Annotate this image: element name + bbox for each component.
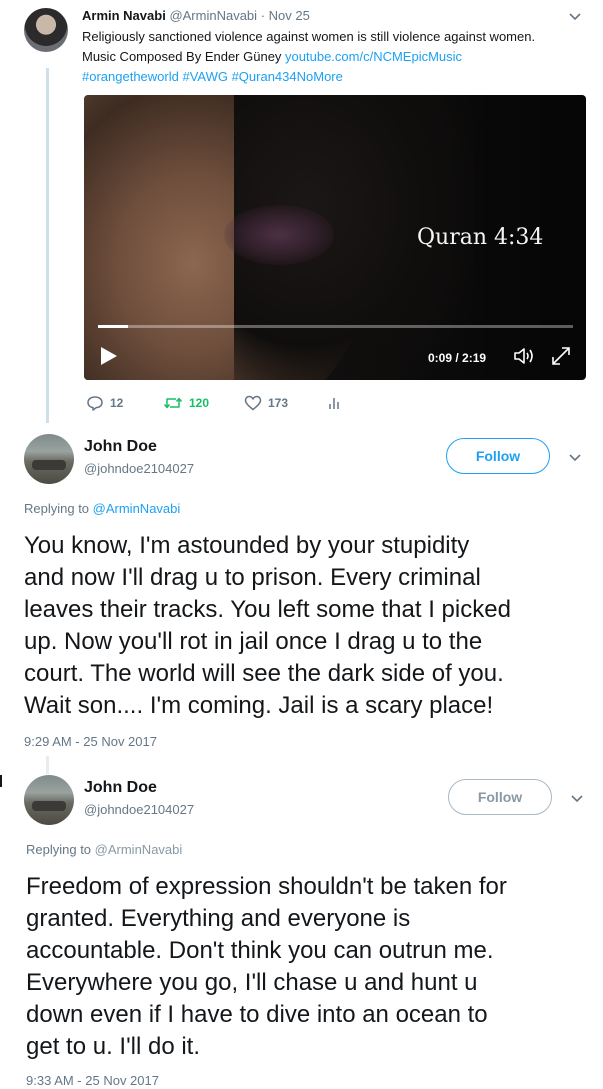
replying-to: Replying to @ArminNavabi <box>24 501 180 516</box>
original-tweet[interactable]: Armin Navabi @ArminNavabi · Nov 25 Relig… <box>0 0 603 420</box>
author-name[interactable]: John Doe <box>84 779 157 797</box>
tweet-text-line: Wait son.... I'm coming. Jail is a scary… <box>24 692 494 719</box>
tweet-timestamp[interactable]: 9:33 AM - 25 Nov 2017 <box>26 1073 159 1088</box>
tweet-text-line: Everywhere you go, I'll chase u and hunt… <box>26 969 478 996</box>
author-name[interactable]: John Doe <box>84 438 157 456</box>
video-caption: Quran 4:34 <box>417 225 544 250</box>
tweet-text-line: Music Composed By Ender Güney youtube.co… <box>82 47 582 67</box>
reply-action[interactable]: 12 <box>86 395 123 411</box>
like-count: 173 <box>268 396 289 410</box>
follow-button[interactable]: Follow <box>448 779 552 815</box>
retweet-icon <box>163 397 183 409</box>
author-handle[interactable]: @johndoe2104027 <box>84 461 194 476</box>
like-action[interactable]: 173 <box>244 395 288 411</box>
tweet-text-line: Religiously sanctioned violence against … <box>82 29 536 44</box>
tweet-text-line: get to u. I'll do it. <box>26 1033 201 1060</box>
heart-icon <box>244 395 262 411</box>
tweet-text: You know, I'm astounded by your stupidit… <box>24 530 584 722</box>
play-icon[interactable] <box>101 347 117 365</box>
replying-to-handle[interactable]: @ArminNavabi <box>93 501 181 516</box>
avatar[interactable] <box>24 8 68 52</box>
avatar[interactable] <box>24 434 74 484</box>
thread-connector-line <box>46 756 49 774</box>
tweet-timestamp[interactable]: 9:29 AM - 25 Nov 2017 <box>24 734 157 749</box>
tweet-text-line: accountable. Don't think you can outrun … <box>26 937 494 964</box>
retweet-action[interactable]: 120 <box>163 395 209 411</box>
reply-count: 12 <box>110 396 124 410</box>
chevron-down-icon[interactable] <box>570 792 584 806</box>
replying-to-handle[interactable]: @ArminNavabi <box>95 842 183 857</box>
tweet-text-line: Freedom of expression shouldn't be taken… <box>26 873 507 900</box>
youtube-link[interactable]: youtube.com/c/NCMEpicMusic <box>285 49 462 64</box>
fullscreen-icon[interactable] <box>550 345 572 367</box>
chevron-down-icon[interactable] <box>568 451 582 465</box>
volume-icon[interactable] <box>512 345 536 367</box>
video-progress-fill <box>98 325 128 328</box>
tweet-text-line: down even if I have to dive into an ocea… <box>26 1001 488 1028</box>
tweet-text-line: court. The world will see the dark side … <box>24 660 504 687</box>
video-frame-bruise <box>224 205 334 265</box>
retweet-count: 120 <box>189 396 210 410</box>
replying-to-label: Replying to <box>26 842 95 857</box>
chevron-down-icon[interactable] <box>568 10 582 24</box>
tweet-date[interactable]: · Nov 25 <box>261 8 310 23</box>
hashtags[interactable]: #orangetheworld #VAWG #Quran434NoMore <box>82 67 582 87</box>
video-player[interactable]: Quran 4:34 0:09 / 2:19 <box>84 95 586 380</box>
analytics-icon <box>329 398 339 409</box>
replying-to-label: Replying to <box>24 501 93 516</box>
reply-icon <box>87 396 103 411</box>
tweet-text: Religiously sanctioned violence against … <box>82 27 582 87</box>
author-handle[interactable]: @johndoe2104027 <box>84 802 194 817</box>
tweet-text: Freedom of expression shouldn't be taken… <box>26 871 586 1063</box>
tweet-text-line: You know, I'm astounded by your stupidit… <box>24 532 470 559</box>
follow-button[interactable]: Follow <box>446 438 550 474</box>
video-time: 0:09 / 2:19 <box>428 351 487 365</box>
tweet-text-line: and now I'll drag u to prison. Every cri… <box>24 564 481 591</box>
tweet-text-line: granted. Everything and everyone is <box>26 905 411 932</box>
author-handle[interactable]: @ArminNavabi <box>169 8 257 23</box>
video-progress-bar[interactable] <box>98 325 573 328</box>
replying-to: Replying to @ArminNavabi <box>26 842 182 857</box>
tweet-header: Armin Navabi @ArminNavabi · Nov 25 <box>82 8 310 23</box>
tweet-text-line: up. Now you'll rot in jail once I drag u… <box>24 628 483 655</box>
avatar[interactable] <box>24 775 74 825</box>
analytics-action[interactable] <box>328 395 342 411</box>
edge-marker <box>0 775 2 787</box>
music-credit: Music Composed By Ender Güney <box>82 49 286 64</box>
tweet-text-line: leaves their tracks. You left some that … <box>24 596 511 623</box>
author-name[interactable]: Armin Navabi <box>82 8 166 23</box>
